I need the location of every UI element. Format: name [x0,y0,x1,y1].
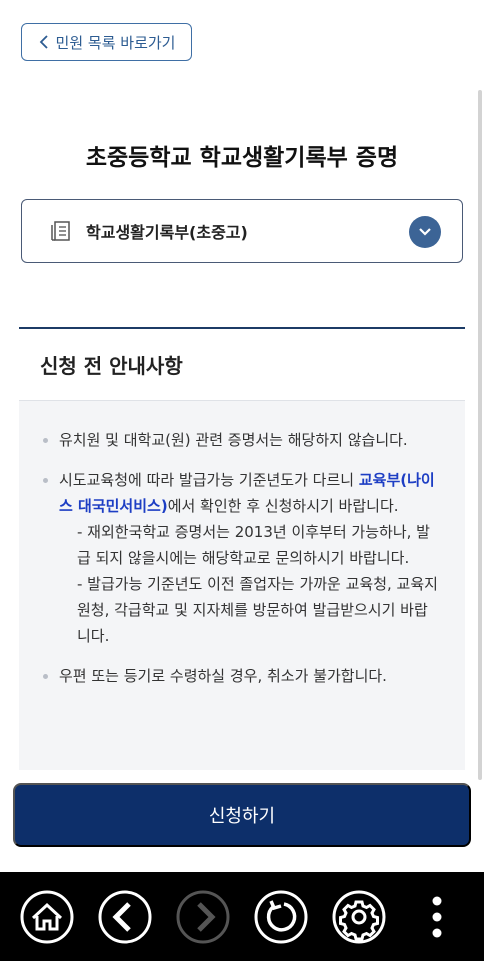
notice-item: 시도교육청에 따라 발급가능 기준년도가 다르니 교육부(나이스 대국민서비스)… [43,467,441,649]
apply-button[interactable]: 신청하기 [13,783,471,847]
notice-item-text: 유치원 및 대학교(원) 관련 증명서는 해당하지 않습니다. [59,431,408,449]
bullet-icon [43,674,48,679]
notice-panel: 유치원 및 대학교(원) 관련 증명서는 해당하지 않습니다. 시도교육청에 따… [19,400,465,770]
sub-note: - 재외한국학교 증명서는 2013년 이후부터 가능하나, 발급 되지 않을시… [77,523,430,567]
certificate-type-select[interactable]: 학교생활기록부(초중고) [21,199,463,263]
refresh-icon [254,890,308,943]
section-divider [19,327,465,329]
more-vertical-icon [432,896,442,937]
page-title: 초중등학교 학교생활기록부 증명 [85,145,399,171]
back-to-list-label: 민원 목록 바로가기 [55,33,176,52]
home-button[interactable] [18,888,76,946]
sub-note: - 발급가능 기준년도 이전 졸업자는 가까운 교육청, 교육지원청, 각급학교… [77,575,438,645]
notice-item-text: 에서 확인한 후 신청하시기 바랍니다. [167,497,399,515]
back-to-list-button[interactable]: 민원 목록 바로가기 [21,23,192,61]
arrow-right-icon [176,890,230,943]
refresh-button[interactable] [252,888,310,946]
notice-item: 우편 또는 등기로 수령하실 경우, 취소가 불가합니다. [43,663,441,689]
gear-icon [332,890,386,943]
notice-item: 유치원 및 대학교(원) 관련 증명서는 해당하지 않습니다. [43,427,441,453]
selected-certificate-type: 학교생활기록부(초중고) [86,223,248,242]
notice-item-text: 시도교육청에 따라 발급가능 기준년도가 다르니 [59,471,359,489]
chevron-down-icon [419,228,431,236]
bullet-icon [43,438,48,443]
dropdown-toggle[interactable] [409,216,441,248]
notice-list: 유치원 및 대학교(원) 관련 증명서는 해당하지 않습니다. 시도교육청에 따… [19,401,465,689]
settings-button[interactable] [330,888,388,946]
arrow-left-icon [98,890,152,943]
home-icon [20,890,74,943]
more-button[interactable] [408,888,466,946]
forward-nav-button[interactable] [174,888,232,946]
bullet-icon [43,478,48,483]
chevron-left-icon [39,35,48,49]
document-icon [51,221,70,241]
bottom-nav-bar [0,872,484,961]
back-nav-button[interactable] [96,888,154,946]
scrollbar[interactable] [478,90,482,780]
notice-title: 신청 전 안내사항 [40,354,183,378]
notice-item-text: 우편 또는 등기로 수령하실 경우, 취소가 불가합니다. [59,667,387,685]
